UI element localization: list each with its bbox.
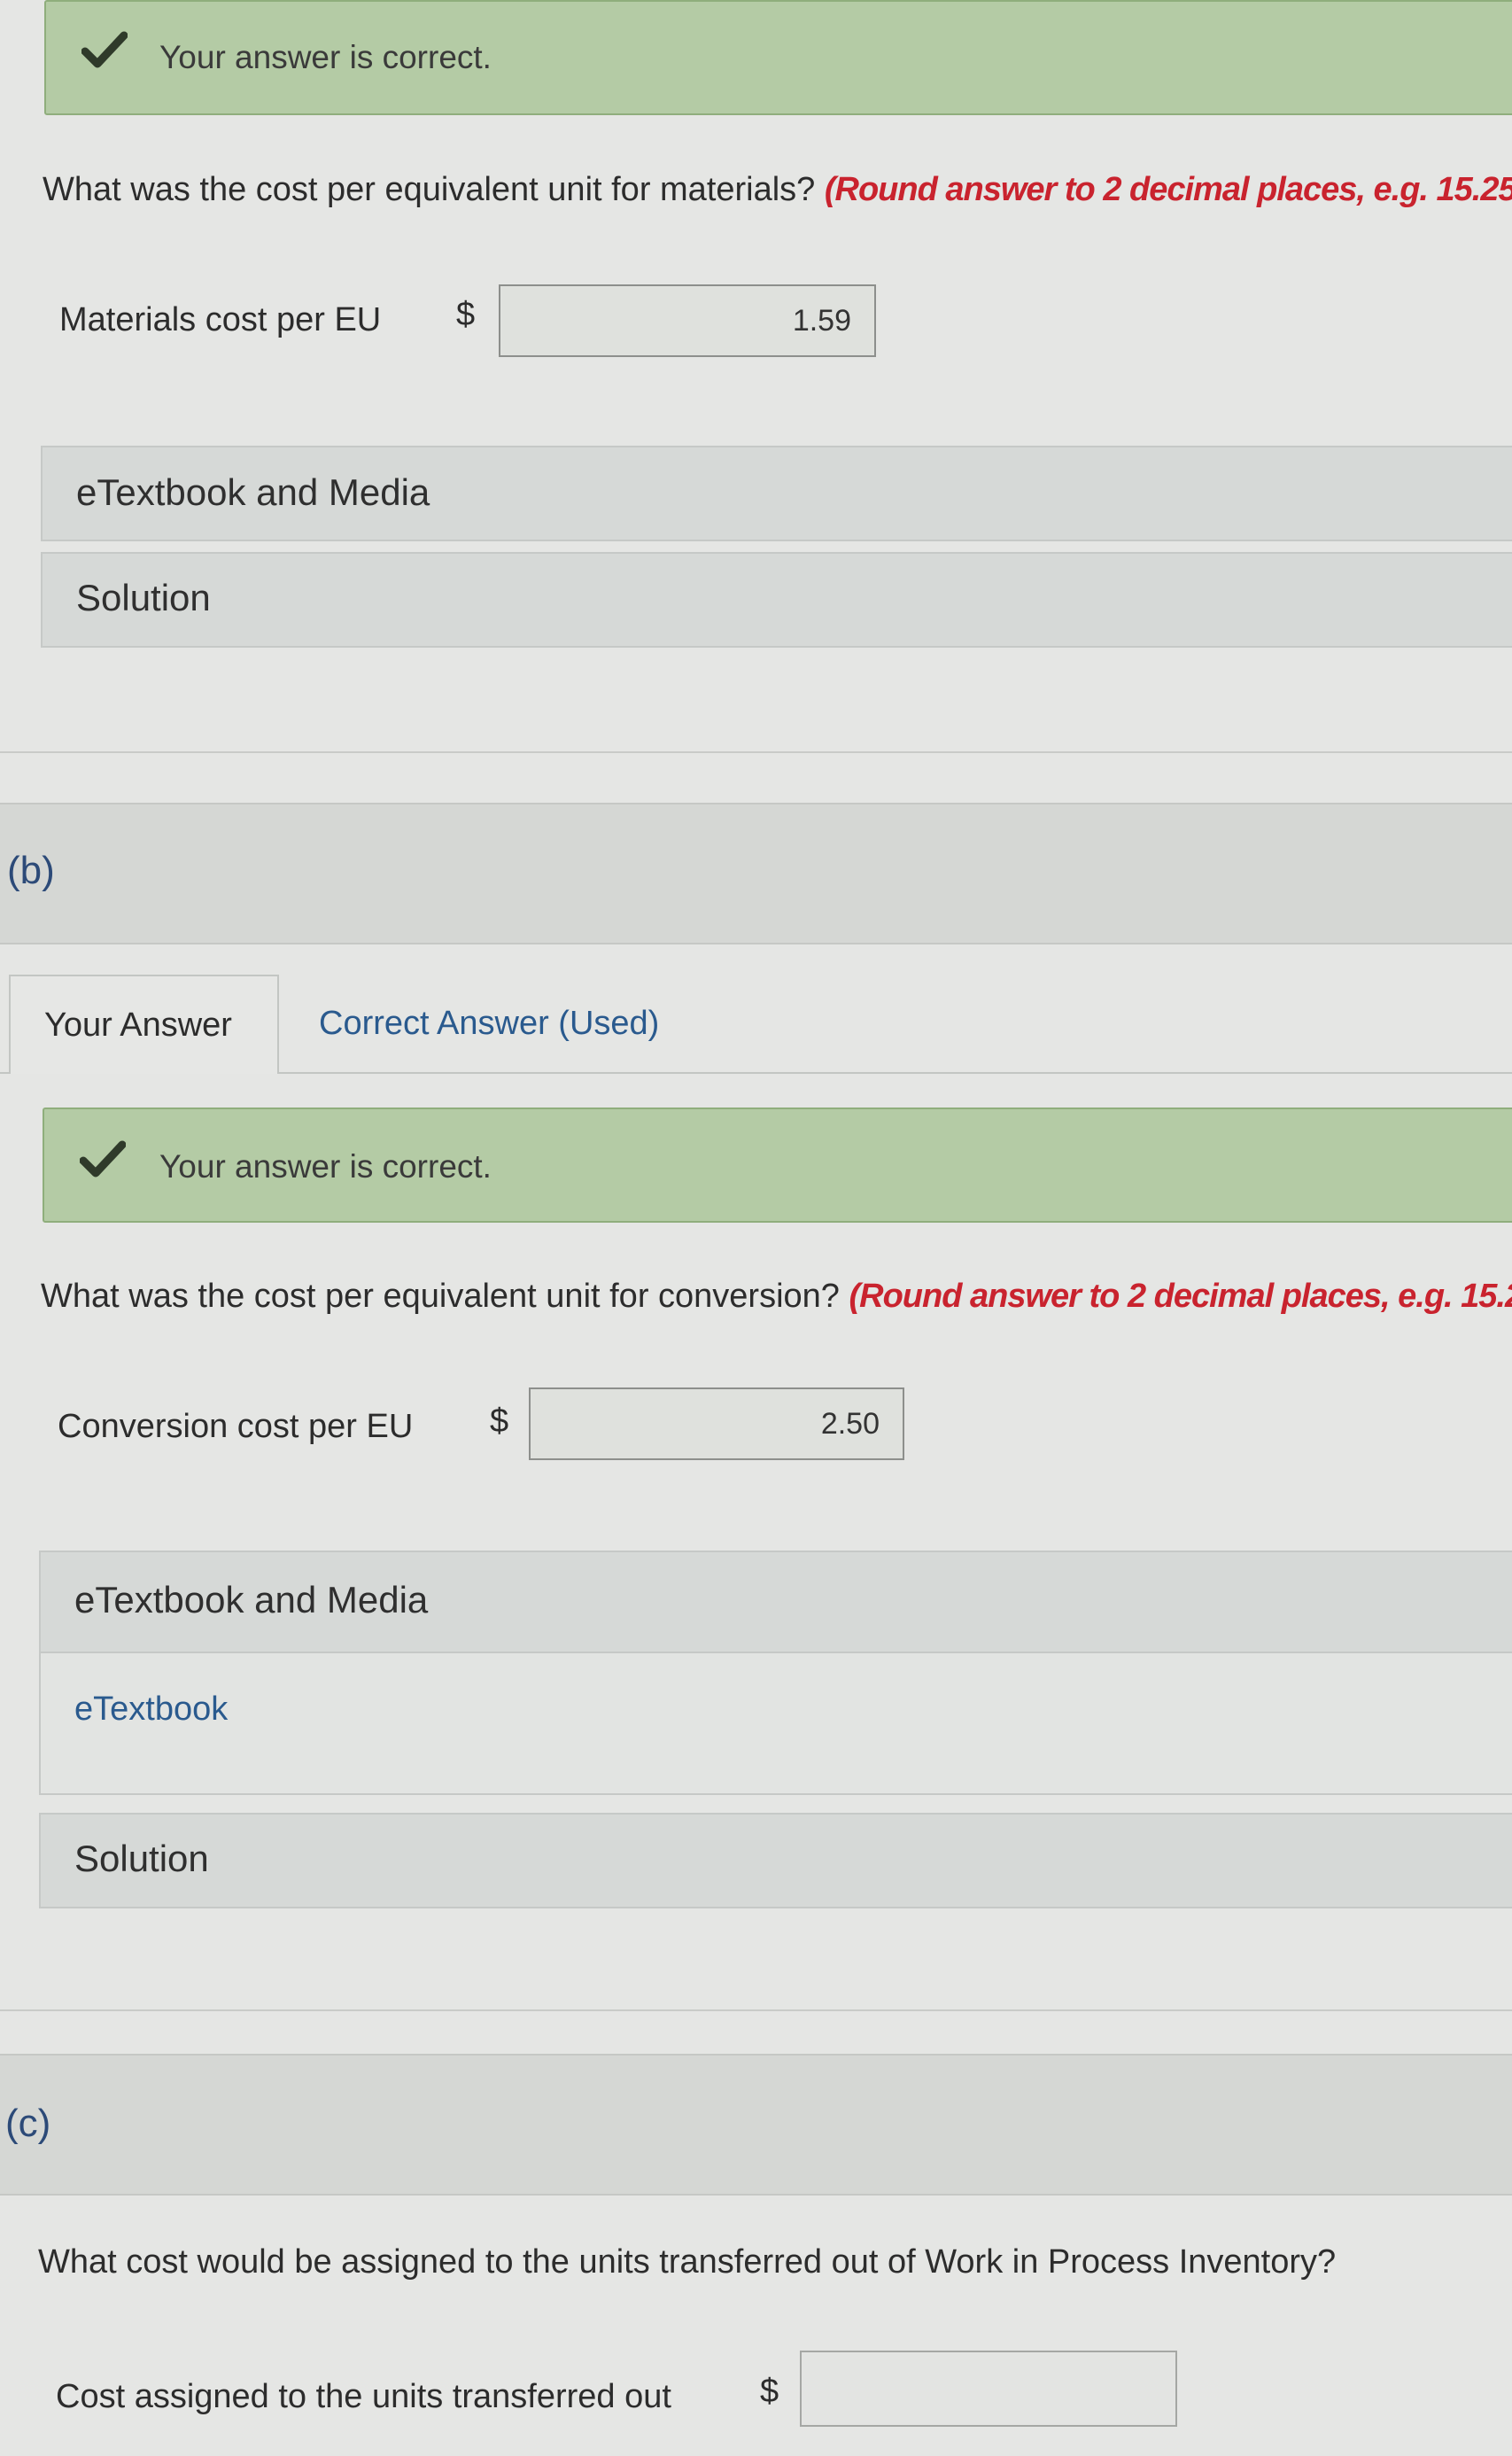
section-letter-c: (c)	[5, 2102, 51, 2145]
currency-symbol-a: $	[456, 296, 476, 333]
correct-banner-a: Your answer is correct.	[44, 0, 1512, 115]
section-divider-b	[0, 2009, 1512, 2011]
materials-cost-label: Materials cost per EU	[59, 301, 382, 338]
currency-symbol-b: $	[490, 1403, 509, 1440]
banner-text-a: Your answer is correct.	[159, 39, 492, 75]
question-a-hint: (Round answer to 2 decimal places, e.g. …	[824, 171, 1512, 208]
solution-panel-b[interactable]: Solution	[39, 1813, 1512, 1908]
question-a-text: What was the cost per equivalent unit fo…	[43, 171, 816, 208]
etextbook-panel-b-body: eTextbook	[39, 1653, 1512, 1795]
currency-symbol-c: $	[760, 2373, 779, 2410]
tab-your-answer-label: Your Answer	[44, 1006, 232, 1044]
correct-banner-b: Your answer is correct.	[43, 1108, 1512, 1223]
question-c: What cost would be assigned to the units…	[38, 2243, 1337, 2281]
checkmark-icon	[81, 31, 128, 68]
conversion-cost-label: Conversion cost per EU	[58, 1408, 414, 1445]
tab-your-answer[interactable]: Your Answer	[9, 975, 279, 1074]
section-header-c: (c)	[0, 2054, 1512, 2196]
etextbook-link[interactable]: eTextbook	[74, 1690, 228, 1729]
etextbook-panel-b[interactable]: eTextbook and Media	[39, 1551, 1512, 1653]
question-b-text: What was the cost per equivalent unit fo…	[41, 1278, 840, 1315]
tab-correct-answer[interactable]: Correct Answer (Used)	[319, 1005, 659, 1043]
checkmark-icon	[80, 1140, 126, 1177]
answer-tabs: Your Answer Correct Answer (Used)	[0, 975, 1512, 1074]
materials-cost-input[interactable]: 1.59	[499, 284, 876, 357]
question-b-hint: (Round answer to 2 decimal places, e.g. …	[849, 1278, 1512, 1315]
section-header-b: (b)	[0, 803, 1512, 944]
solution-panel-b-label: Solution	[74, 1838, 209, 1879]
conversion-cost-input[interactable]: 2.50	[529, 1387, 904, 1460]
transferred-out-cost-label: Cost assigned to the units transferred o…	[56, 2378, 671, 2415]
solution-panel-a[interactable]: Solution	[41, 552, 1512, 648]
question-a: What was the cost per equivalent unit fo…	[43, 171, 1512, 209]
etextbook-panel-b-label: eTextbook and Media	[74, 1579, 429, 1620]
etextbook-panel-a-label: eTextbook and Media	[76, 471, 430, 513]
banner-text-b: Your answer is correct.	[159, 1148, 492, 1185]
tab-correct-answer-label: Correct Answer (Used)	[319, 1005, 660, 1042]
section-letter-b: (b)	[7, 849, 55, 892]
question-b: What was the cost per equivalent unit fo…	[41, 1278, 1512, 1316]
section-divider-a	[0, 751, 1512, 753]
solution-panel-a-label: Solution	[76, 577, 211, 618]
transferred-out-cost-input[interactable]	[800, 2351, 1177, 2427]
etextbook-panel-a[interactable]: eTextbook and Media	[41, 446, 1512, 541]
